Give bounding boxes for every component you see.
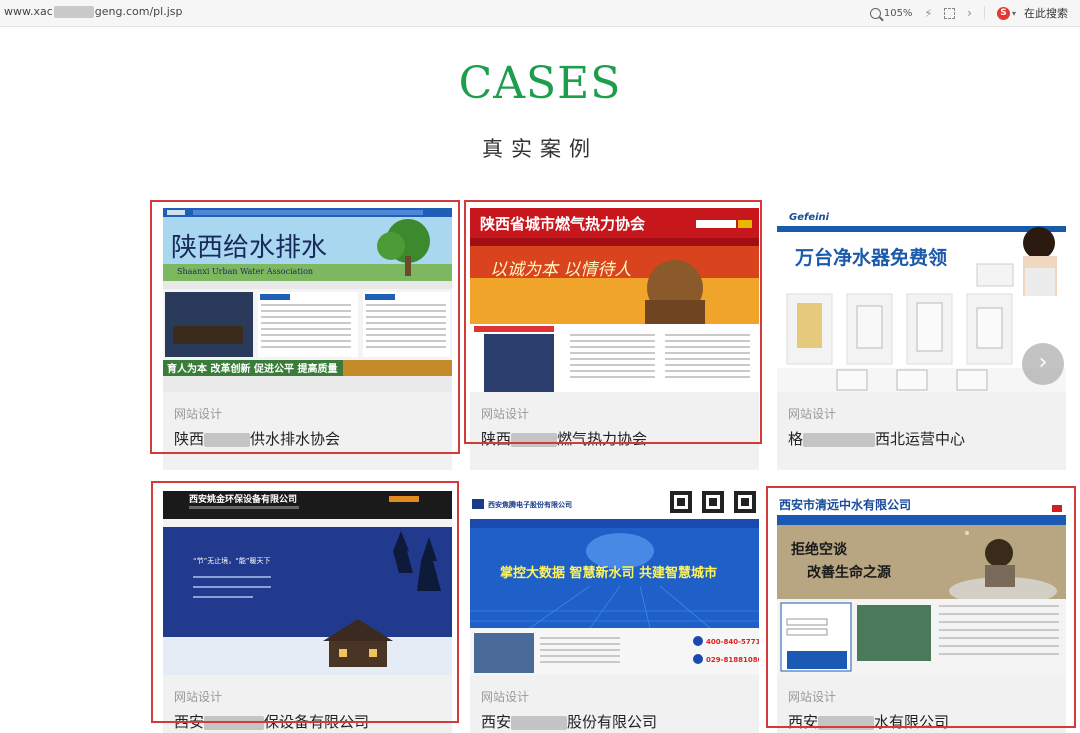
case-thumbnail: 西安焦腾电子股份有限公司 掌控大数据 智慧新水司 共建智慧城市 400-840-…	[470, 491, 759, 675]
sogou-logo-icon: S	[996, 6, 1010, 20]
thumb-title: 西安焦腾电子股份有限公司	[488, 500, 572, 509]
thumb-title: 西安姚金环保设备有限公司	[189, 493, 297, 505]
case-category: 网站设计	[174, 690, 223, 704]
section-title: CASES	[458, 58, 622, 109]
thumb-brand: Gefeini	[789, 212, 830, 223]
zoom-control[interactable]: 105%	[869, 7, 913, 19]
case-name: 西安 股份有限公司	[481, 713, 658, 731]
thumb-slogan-line2: 改善生命之源	[807, 564, 891, 581]
case-category: 网站设计	[174, 407, 223, 421]
case-card[interactable]: Gefeini 万台净水器免费领 网站设计 格西北运营中心	[777, 208, 1066, 470]
url-redaction	[53, 6, 94, 18]
case-name: 陕西 供水排水协会	[174, 430, 341, 448]
case-card[interactable]: 陕西省城市燃气热力协会 以诚为本 以情待人 网站设计 陕西 燃气热力协会	[470, 208, 759, 470]
case-name: 格西北运营中心	[788, 430, 966, 448]
thumb-eng: Shaanxi Urban Water Association	[177, 267, 313, 276]
search-engine-selector[interactable]: S ▾ 在此搜索	[996, 5, 1068, 21]
name-redaction	[511, 432, 558, 447]
thumb-title: 万台净水器免费领	[794, 246, 947, 269]
carousel-next-button[interactable]: ›	[1022, 343, 1064, 385]
chevron-right-icon[interactable]: ›	[967, 6, 972, 20]
thumb-title: 陕西给水排水	[171, 233, 327, 263]
case-name: 西安 保设备有限公司	[174, 713, 370, 731]
thumb-slogan: 以诚为本 以情待人	[490, 260, 631, 280]
case-category: 网站设计	[788, 407, 837, 421]
case-category: 网站设计	[481, 407, 530, 421]
thumb-slogan: “节”无止境，“能”暖天下	[193, 556, 271, 565]
case-category: 网站设计	[481, 690, 530, 704]
search-box[interactable]: 在此搜索	[1024, 5, 1068, 21]
qr-code-icon[interactable]	[944, 7, 956, 19]
browser-toolbar: www.xac geng.com/pl.jsp 105% ⚡ › S ▾ 在此搜索	[0, 0, 1080, 27]
thumb-title: 陕西省城市燃气热力协会	[480, 215, 645, 233]
address-bar[interactable]: www.xac geng.com/pl.jsp	[4, 5, 183, 18]
zoom-icon	[869, 7, 881, 19]
toolbar-divider	[983, 6, 985, 20]
case-card[interactable]: 陕西给水排水 Shaanxi Urban Water Association 育…	[163, 208, 452, 470]
thumb-slogan: 掌控大数据 智慧新水司 共建智慧城市	[500, 565, 717, 581]
thumb-phone: 400-840-5771	[706, 638, 759, 646]
thumb-title: 西安市清远中水有限公司	[779, 497, 911, 512]
case-name: 西安 水有限公司	[788, 713, 950, 731]
url-suffix: geng.com/pl.jsp	[94, 5, 183, 18]
case-thumbnail: 西安姚金环保设备有限公司 “节”无止境，“能”暖天下	[163, 491, 452, 675]
name-redaction	[511, 715, 568, 730]
zoom-level: 105%	[883, 7, 913, 19]
case-name: 陕西 燃气热力协会	[481, 430, 648, 448]
thumb-slogan-line1: 拒绝空谈	[791, 541, 848, 558]
case-card[interactable]: 西安市清远中水有限公司 拒绝空谈 改善生命之源 网站设计 西安 水有限公司	[777, 491, 1066, 733]
case-thumbnail: 西安市清远中水有限公司 拒绝空谈 改善生命之源	[777, 491, 1066, 675]
section-subtitle: 真实案例	[482, 137, 598, 161]
chevron-right-icon: ›	[1038, 350, 1048, 375]
thumb-phone: 029-81881080	[706, 656, 759, 664]
name-redaction	[818, 715, 875, 730]
name-redaction	[803, 432, 876, 447]
case-thumbnail: 陕西给水排水 Shaanxi Urban Water Association 育…	[163, 208, 452, 392]
name-redaction	[204, 715, 265, 730]
bolt-icon[interactable]: ⚡	[924, 7, 932, 20]
case-card[interactable]: 西安姚金环保设备有限公司 “节”无止境，“能”暖天下 网站设计 西安 保设备有限公…	[163, 491, 452, 733]
url-prefix: www.xac	[4, 5, 53, 18]
thumb-slogan: 育人为本 改革创新 促进公平 提高质量	[167, 362, 337, 375]
caret-down-icon: ▾	[1011, 8, 1016, 18]
case-thumbnail: 陕西省城市燃气热力协会 以诚为本 以情待人	[470, 208, 759, 392]
case-card[interactable]: 西安焦腾电子股份有限公司 掌控大数据 智慧新水司 共建智慧城市 400-840-…	[470, 491, 759, 733]
case-category: 网站设计	[788, 690, 837, 704]
name-redaction	[204, 432, 251, 447]
